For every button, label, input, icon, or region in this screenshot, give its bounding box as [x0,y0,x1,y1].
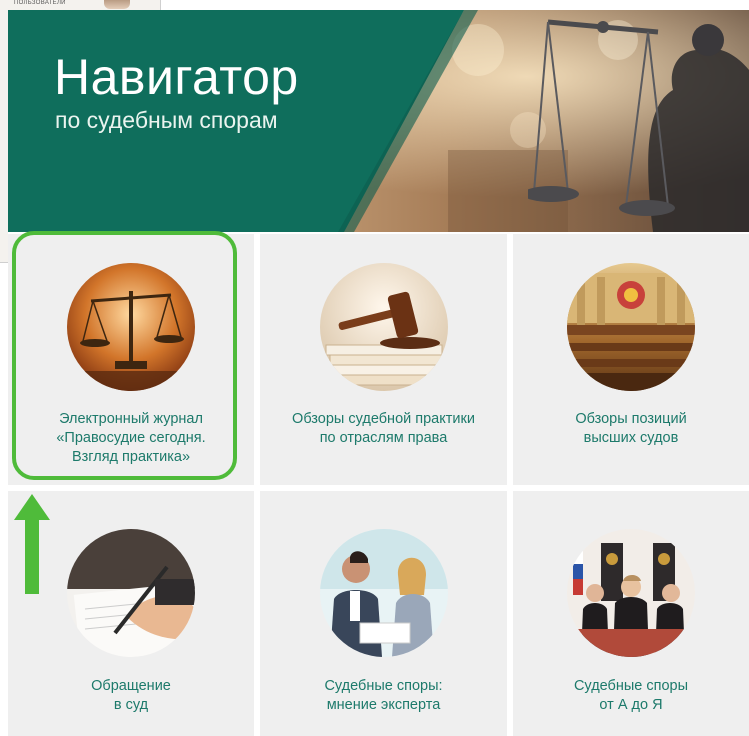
judges-icon [567,529,695,657]
courtroom-icon [567,263,695,391]
navigator-panel: Навигатор по судебным спорам Электронный… [8,10,749,736]
gavel-icon [319,263,448,391]
tile-journal[interactable]: Электронный журнал «Правосудие сегодня. … [8,234,254,485]
tile-expert-opinion[interactable]: Судебные споры: мнение эксперта [260,491,507,736]
scales-of-justice-icon [528,19,749,232]
experts-icon [319,529,448,657]
tile-appeal-label: Обращение в суд [91,678,171,713]
hand-writing-icon [67,529,195,657]
scales-of-justice-icon [67,263,195,391]
page-title: Навигатор [54,49,299,105]
avatar [104,0,130,9]
tile-expert-opinion-label: Судебные споры: мнение эксперта [324,678,443,713]
tile-practice-reviews-label: Обзоры судебной практики по отраслям пра… [292,411,475,446]
tile-disputes-a-to-z-label: Судебные споры от А до Я [573,678,689,713]
tiles-grid: Электронный журнал «Правосудие сегодня. … [8,234,749,736]
tile-higher-courts-label: Обзоры позиций высших судов [575,411,687,446]
page-subtitle: по судебным спорам [55,107,278,133]
tile-journal-label: Электронный журнал «Правосудие сегодня. … [56,411,206,465]
background-window-label: ПОЛЬЗОВАТЕЛИ [14,0,66,6]
arrow-up-icon [14,494,50,594]
tile-practice-reviews[interactable]: Обзоры судебной практики по отраслям пра… [260,234,507,485]
banner: Навигатор по судебным спорам [8,10,749,232]
tile-higher-courts[interactable]: Обзоры позиций высших судов [513,234,749,485]
tile-disputes-a-to-z[interactable]: Судебные споры от А до Я [513,491,749,736]
